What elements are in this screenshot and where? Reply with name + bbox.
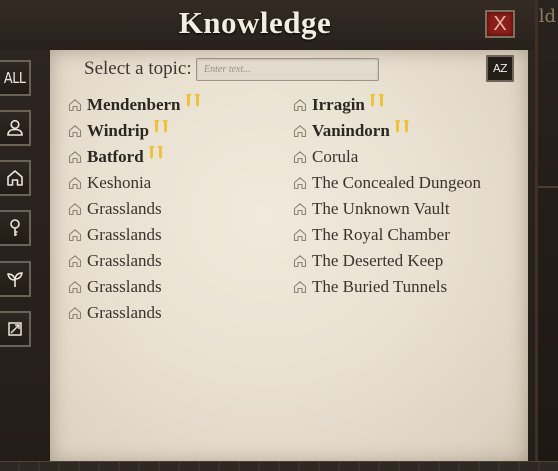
topic-item[interactable]: Irragin (293, 92, 481, 118)
location-icon (293, 177, 307, 190)
quest-marker-icon (149, 146, 163, 159)
key-icon (9, 219, 20, 236)
close-button[interactable]: X (485, 10, 515, 38)
topic-item[interactable]: Vanindorn (293, 118, 481, 144)
location-icon (68, 229, 82, 242)
topic-name: Grasslands (87, 199, 162, 218)
topic-name: Batford (87, 147, 144, 166)
topic-item[interactable]: Mendenbern (68, 92, 201, 118)
location-icon (68, 255, 82, 268)
filter-places-button[interactable] (0, 160, 31, 196)
topic-item[interactable]: Grasslands (68, 196, 201, 222)
topic-name: Irragin (312, 95, 365, 114)
topic-name: Grasslands (87, 277, 162, 296)
location-icon (293, 151, 307, 164)
topic-item[interactable]: The Unknown Vault (293, 196, 481, 222)
topic-name: Mendenbern (87, 95, 181, 114)
topic-item[interactable]: Keshonia (68, 170, 201, 196)
title-bar: Knowledge X (0, 0, 535, 50)
topic-name: Grasslands (87, 251, 162, 270)
map-icon (7, 322, 22, 336)
topic-item[interactable]: Grasslands (68, 300, 201, 326)
filter-people-button[interactable] (0, 110, 31, 146)
location-icon (68, 151, 82, 164)
topic-item[interactable]: Windrip (68, 118, 201, 144)
location-icon (293, 99, 307, 112)
location-icon (293, 229, 307, 242)
location-icon (68, 307, 82, 320)
topic-name: Grasslands (87, 225, 162, 244)
topic-name: Windrip (87, 121, 150, 140)
home-icon (6, 170, 23, 186)
topic-item[interactable]: The Royal Chamber (293, 222, 481, 248)
person-icon (6, 119, 23, 136)
topic-name: The Royal Chamber (312, 225, 450, 244)
topic-list-left: Mendenbern Windrip Batford Keshonia Grasslan… (68, 92, 201, 326)
topic-item[interactable]: Grasslands (68, 248, 201, 274)
location-icon (293, 203, 307, 216)
filter-plants-button[interactable] (0, 261, 31, 297)
sort-az-icon: AZ (492, 62, 508, 75)
topic-name: The Unknown Vault (312, 199, 450, 218)
location-icon (68, 203, 82, 216)
topic-name: The Buried Tunnels (312, 277, 448, 296)
topic-item[interactable]: The Concealed Dungeon (293, 170, 481, 196)
topic-name: The Deserted Keep (312, 251, 444, 270)
filter-keys-button[interactable] (0, 210, 31, 246)
topic-name: Grasslands (87, 303, 162, 322)
topic-item[interactable]: The Buried Tunnels (293, 274, 481, 300)
search-label: Select a topic: (84, 58, 192, 79)
bottom-toolbar (0, 461, 558, 471)
location-icon (293, 255, 307, 268)
plant-icon (6, 272, 23, 287)
quest-marker-icon (154, 120, 168, 133)
location-icon (68, 125, 82, 138)
quest-marker-icon (370, 94, 384, 107)
topic-item[interactable]: Grasslands (68, 222, 201, 248)
topic-item[interactable]: The Deserted Keep (293, 248, 481, 274)
topic-list-right: Irragin Vanindorn Corula The Concealed Dung… (293, 92, 481, 300)
filter-maps-button[interactable] (0, 311, 31, 347)
topic-item[interactable]: Corula (293, 144, 481, 170)
location-icon (293, 125, 307, 138)
topic-name: Corula (312, 147, 359, 166)
search-input[interactable] (196, 58, 379, 81)
location-icon (293, 281, 307, 294)
location-icon (68, 177, 82, 190)
sort-az-button[interactable]: AZ (486, 55, 514, 82)
topic-item[interactable]: Batford (68, 144, 201, 170)
window-title: Knowledge (178, 5, 332, 40)
topic-name: Vanindorn (312, 121, 390, 140)
filter-all-button[interactable]: ALL (0, 60, 31, 96)
filter-all-label: ALL (3, 69, 26, 87)
topic-item[interactable]: Grasslands (68, 274, 201, 300)
topic-name: The Concealed Dungeon (312, 173, 481, 192)
topic-name: Keshonia (87, 173, 152, 192)
close-icon: X (493, 13, 507, 35)
location-icon (68, 281, 82, 294)
quest-marker-icon (186, 94, 199, 107)
quest-marker-icon (395, 120, 409, 133)
location-icon (68, 99, 82, 112)
